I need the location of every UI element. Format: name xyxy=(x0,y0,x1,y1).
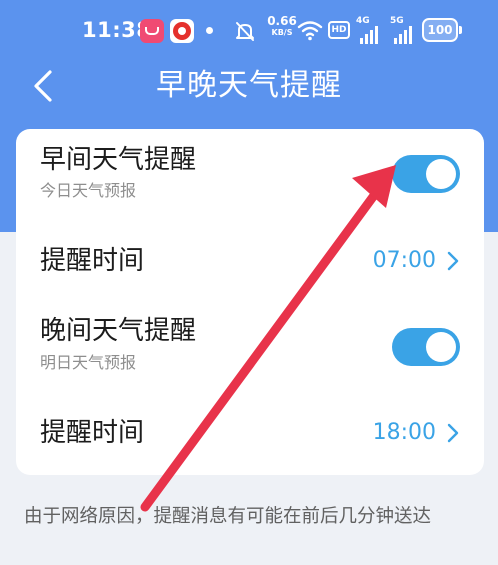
page-title: 早晚天气提醒 xyxy=(156,68,342,103)
evening-time-label: 提醒时间 xyxy=(40,418,145,448)
signal-generation-label: 4G xyxy=(356,16,370,26)
morning-reminder-row: 早间天气提醒 今日天气预报 xyxy=(16,129,484,221)
footer-note: 由于网络原因，提醒消息有可能在前后几分钟送达 xyxy=(24,506,432,527)
toggle-knob xyxy=(426,332,456,362)
morning-reminder-title: 早间天气提醒 xyxy=(40,145,197,175)
morning-time-label: 提醒时间 xyxy=(40,246,145,276)
toggle-knob xyxy=(426,159,456,189)
evening-time-row[interactable]: 提醒时间 18:00 xyxy=(16,393,484,475)
battery-icon: 100 xyxy=(422,18,462,42)
signal-generation-label: 5G xyxy=(390,16,404,26)
chevron-right-icon xyxy=(447,251,459,271)
net-speed-unit: KB/S xyxy=(271,28,293,37)
evening-reminder-title: 晚间天气提醒 xyxy=(40,316,197,346)
morning-reminder-subtitle: 今日天气预报 xyxy=(40,181,137,200)
hd-icon: HD xyxy=(328,21,350,39)
evening-reminder-row: 晚间天气提醒 明日天气预报 xyxy=(16,301,484,393)
evening-reminder-subtitle: 明日天气预报 xyxy=(40,353,137,372)
morning-reminder-toggle[interactable] xyxy=(392,155,460,193)
settings-card: 早间天气提醒 今日天气预报 提醒时间 07:00 晚间天气提醒 明日天气预报 提… xyxy=(16,129,484,475)
morning-time-row[interactable]: 提醒时间 07:00 xyxy=(16,221,484,301)
mute-icon xyxy=(236,22,254,41)
net-speed-value: 0.66 xyxy=(267,14,297,28)
nav-bar: 早晚天气提醒 xyxy=(0,62,498,112)
notification-dot xyxy=(206,27,213,34)
status-bar: 11:38 0.66 KB/S HD 4G 5G 100 xyxy=(0,0,498,62)
signal-icon: 5G xyxy=(390,16,416,44)
morning-time-value: 07:00 xyxy=(372,248,436,273)
wifi-icon xyxy=(297,21,323,41)
app-red-icon xyxy=(170,19,194,43)
evening-reminder-toggle[interactable] xyxy=(392,328,460,366)
signal-icon: 4G xyxy=(356,16,382,44)
chevron-right-icon xyxy=(447,423,459,443)
evening-time-value: 18:00 xyxy=(372,420,436,445)
back-button[interactable] xyxy=(26,66,62,106)
chevron-left-icon xyxy=(34,70,52,102)
net-speed: 0.66 KB/S xyxy=(266,15,298,37)
app-pink-icon xyxy=(140,19,164,43)
